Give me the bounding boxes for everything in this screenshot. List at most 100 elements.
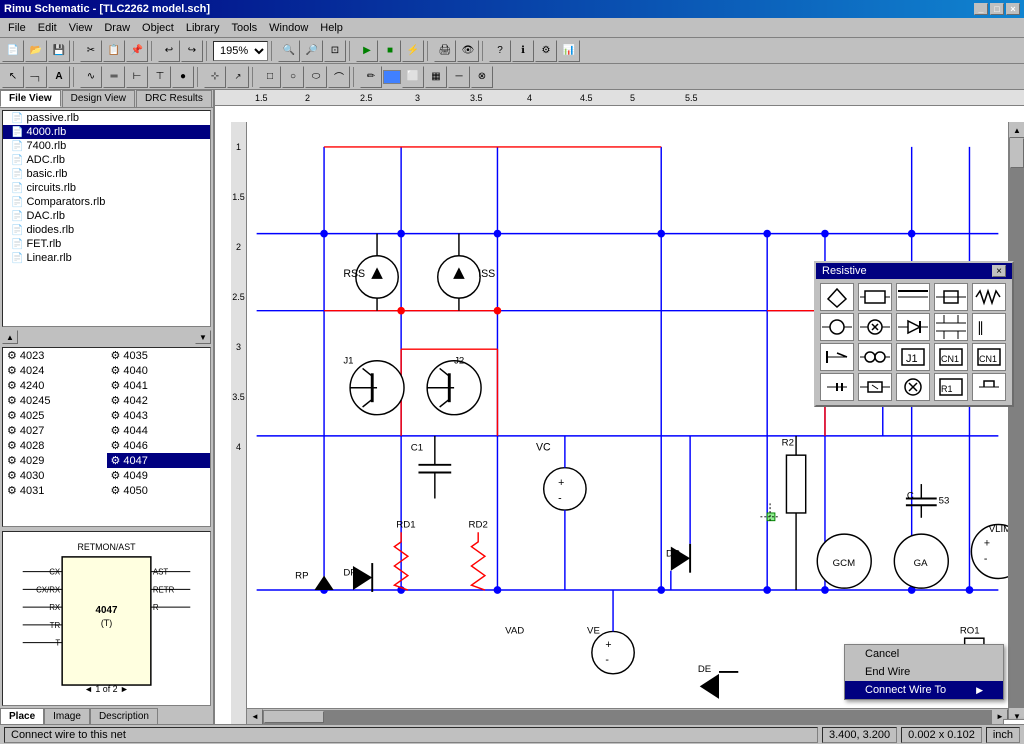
comp-4027[interactable]: ⚙ 4027 — [3, 423, 107, 438]
draw-btn2[interactable]: ↗ — [227, 66, 249, 88]
menu-help[interactable]: Help — [314, 20, 349, 36]
palette-item-12[interactable] — [858, 343, 892, 371]
wave-button[interactable]: ∿ — [80, 66, 102, 88]
palette-item-19[interactable]: R1 — [934, 373, 968, 401]
tree-up-button[interactable]: ▲ — [2, 330, 18, 344]
tree-down-button[interactable]: ▼ — [195, 330, 211, 344]
select-button[interactable]: ↖ — [2, 66, 24, 88]
close-button[interactable]: × — [1006, 3, 1020, 15]
ctx-cancel[interactable]: Cancel — [845, 645, 1003, 663]
pencil-button[interactable]: ✏ — [360, 66, 382, 88]
tab-drc-results[interactable]: DRC Results — [136, 90, 212, 107]
palette-item-7[interactable] — [858, 313, 892, 341]
palette-item-18[interactable] — [896, 373, 930, 401]
comp-4049[interactable]: ⚙ 4049 — [107, 468, 211, 483]
comp-4046[interactable]: ⚙ 4046 — [107, 438, 211, 453]
palette-close-button[interactable]: × — [992, 265, 1006, 277]
info-button[interactable]: ℹ — [512, 40, 534, 62]
run-button[interactable]: ▶ — [356, 40, 378, 62]
paste-button[interactable]: 📌 — [126, 40, 148, 62]
comp-4035[interactable]: ⚙ 4035 — [107, 348, 211, 363]
comp-4030[interactable]: ⚙ 4030 — [3, 468, 107, 483]
palette-item-20[interactable] — [972, 373, 1006, 401]
tree-diodes[interactable]: 📄 diodes.rlb — [3, 223, 210, 237]
print-prev-button[interactable]: 👁 — [457, 40, 479, 62]
tree-dac[interactable]: 📄 DAC.rlb — [3, 209, 210, 223]
comp-4024[interactable]: ⚙ 4024 — [3, 363, 107, 378]
scroll-v-thumb[interactable] — [1010, 138, 1024, 168]
redo-button[interactable]: ↪ — [181, 40, 203, 62]
tree-passive[interactable]: 📄 passive.rlb — [3, 111, 210, 125]
ctx-sub-net[interactable]: Net... — [1004, 720, 1024, 724]
print-button[interactable]: 🖨 — [434, 40, 456, 62]
comp-4040[interactable]: ⚙ 4040 — [107, 363, 211, 378]
fill-button[interactable]: ▦ — [425, 66, 447, 88]
comp-4044[interactable]: ⚙ 4044 — [107, 423, 211, 438]
palette-item-14[interactable]: CN1 — [934, 343, 968, 371]
scroll-h-track[interactable] — [263, 710, 992, 724]
tree-7400[interactable]: 📄 7400.rlb — [3, 139, 210, 153]
stop-button[interactable]: ■ — [379, 40, 401, 62]
tree-circuits[interactable]: 📄 circuits.rlb — [3, 181, 210, 195]
palette-item-9[interactable] — [934, 313, 968, 341]
tree-basic[interactable]: 📄 basic.rlb — [3, 167, 210, 181]
comp-4043[interactable]: ⚙ 4043 — [107, 408, 211, 423]
zoom-out-button[interactable]: 🔎 — [301, 40, 323, 62]
undo-button[interactable]: ↩ — [158, 40, 180, 62]
palette-item-1[interactable] — [820, 283, 854, 311]
arc-button[interactable]: ⌒ — [328, 66, 350, 88]
palette-item-8[interactable] — [896, 313, 930, 341]
zoom-fit-button[interactable]: ⊡ — [324, 40, 346, 62]
tab-description[interactable]: Description — [90, 708, 158, 724]
menu-draw[interactable]: Draw — [98, 20, 136, 36]
scroll-v-track[interactable] — [1009, 138, 1024, 708]
scroll-h-thumb[interactable] — [264, 711, 324, 723]
minimize-button[interactable]: _ — [974, 3, 988, 15]
comp-4028[interactable]: ⚙ 4028 — [3, 438, 107, 453]
palette-item-2[interactable] — [858, 283, 892, 311]
palette-item-16[interactable] — [820, 373, 854, 401]
copy-button[interactable]: 📋 — [103, 40, 125, 62]
scroll-left-button[interactable]: ◄ — [247, 709, 263, 725]
tab-image[interactable]: Image — [44, 708, 90, 724]
scroll-up-button[interactable]: ▲ — [1009, 122, 1024, 138]
draw-btn1[interactable]: ⊹ — [204, 66, 226, 88]
new-button[interactable]: 📄 — [2, 40, 24, 62]
palette-item-10[interactable]: ∥ — [972, 313, 1006, 341]
wire-button[interactable]: ─┐ — [25, 66, 47, 88]
comp-4050[interactable]: ⚙ 4050 — [107, 483, 211, 498]
component-button[interactable]: ⚡ — [402, 40, 424, 62]
zoom-combo[interactable]: 195% 100% 150% 200% — [213, 41, 268, 61]
comp-4023[interactable]: ⚙ 4023 — [3, 348, 107, 363]
extra-draw-btn[interactable]: ⊗ — [471, 66, 493, 88]
extra-button[interactable]: ⚙ — [535, 40, 557, 62]
palette-item-13[interactable]: J1 — [896, 343, 930, 371]
palette-item-3[interactable] — [896, 283, 930, 311]
palette-item-5[interactable] — [972, 283, 1006, 311]
menu-edit[interactable]: Edit — [32, 20, 63, 36]
zoom-in-button[interactable]: 🔍 — [278, 40, 300, 62]
palette-item-11[interactable] — [820, 343, 854, 371]
ctx-end-wire[interactable]: End Wire — [845, 663, 1003, 681]
ctx-connect-wire[interactable]: Connect Wire To ▶ Net... GND AGND +5v +1… — [845, 681, 1003, 699]
comp-40245[interactable]: ⚙ 40245 — [3, 393, 107, 408]
palette-item-15[interactable]: CN1 — [972, 343, 1006, 371]
menu-object[interactable]: Object — [136, 20, 180, 36]
tree-comparators[interactable]: 📄 Comparators.rlb — [3, 195, 210, 209]
palette-item-6[interactable] — [820, 313, 854, 341]
open-button[interactable]: 📂 — [25, 40, 47, 62]
menu-library[interactable]: Library — [180, 20, 226, 36]
circle-button[interactable]: ○ — [282, 66, 304, 88]
menu-window[interactable]: Window — [263, 20, 314, 36]
comp-4047[interactable]: ⚙ 4047 — [107, 453, 211, 468]
help-button[interactable]: ? — [489, 40, 511, 62]
ellipse-button[interactable]: ⬭ — [305, 66, 327, 88]
menu-view[interactable]: View — [63, 20, 99, 36]
tree-adc[interactable]: 📄 ADC.rlb — [3, 153, 210, 167]
rect-button[interactable]: □ — [259, 66, 281, 88]
text-button[interactable]: A — [48, 66, 70, 88]
maximize-button[interactable]: □ — [990, 3, 1004, 15]
tree-fet[interactable]: 📄 FET.rlb — [3, 237, 210, 251]
save-button[interactable]: 💾 — [48, 40, 70, 62]
cut-button[interactable]: ✂ — [80, 40, 102, 62]
